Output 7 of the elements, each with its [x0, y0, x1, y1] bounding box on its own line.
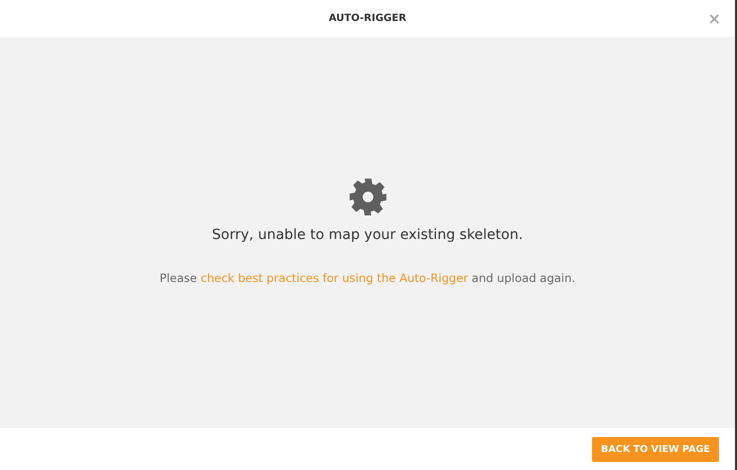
close-button[interactable]: × — [708, 11, 721, 27]
best-practices-link[interactable]: check best practices for using the Auto-Rigger — [200, 271, 468, 285]
window-title: AUTO-RIGGER — [328, 13, 406, 24]
help-sentence: Please check best practices for using the Auto-Rigger and upload again. — [160, 271, 576, 285]
back-button[interactable]: BACK TO VIEW PAGE — [592, 436, 719, 462]
error-message: Sorry, unable to map your existing skeleton. — [212, 227, 523, 243]
gear-icon — [348, 177, 388, 217]
